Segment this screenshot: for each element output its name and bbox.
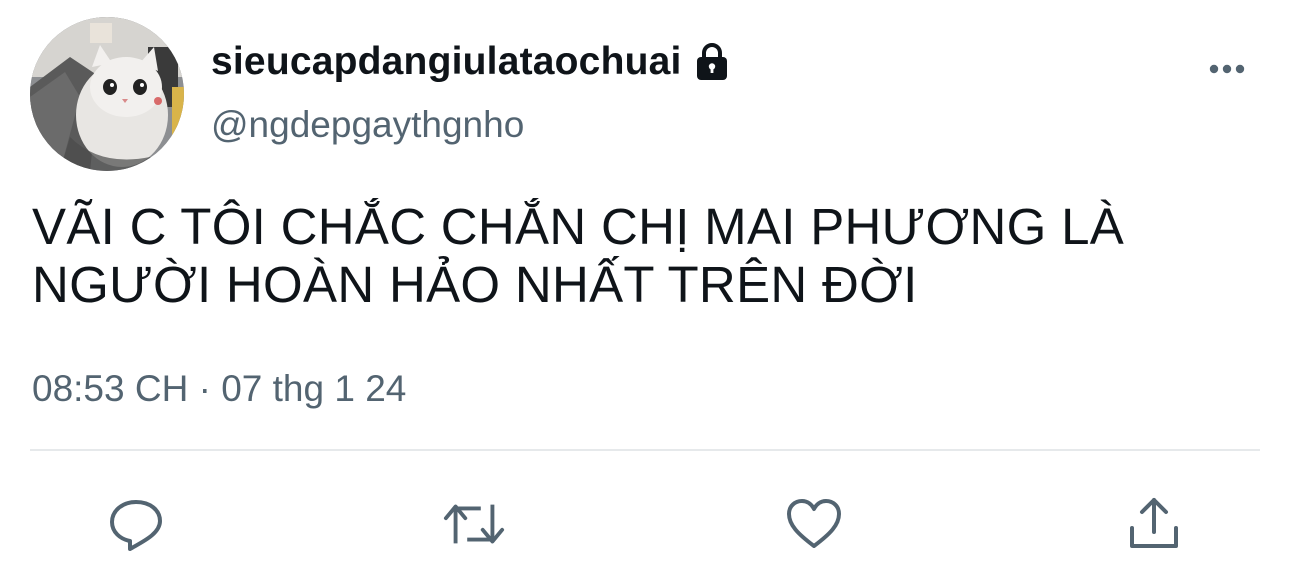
- divider: [30, 449, 1260, 451]
- retweet-icon: [443, 504, 505, 544]
- display-name[interactable]: sieucapdangiulataochuai: [211, 40, 682, 84]
- handle[interactable]: @ngdepgaythgnho: [211, 104, 524, 146]
- retweet-button[interactable]: [442, 492, 506, 556]
- tweet-card: sieucapdangiulataochuai @ngdepgaythgnho …: [0, 0, 1290, 587]
- tweet-text: VÃI C TÔI CHẮC CHẮN CHỊ MAI PHƯƠNG LÀ NG…: [32, 198, 1252, 314]
- timestamp[interactable]: 08:53 CH · 07 thg 1 24: [32, 368, 406, 410]
- more-icon[interactable]: [1206, 58, 1248, 80]
- reply-button[interactable]: [104, 492, 168, 556]
- cat-avatar-image: [30, 17, 184, 171]
- heart-icon: [787, 499, 841, 548]
- like-button[interactable]: [782, 492, 846, 556]
- avatar[interactable]: [30, 17, 184, 171]
- tweet-text-line: NGƯỜI HOÀN HẢO NHẤT TRÊN ĐỜI: [32, 256, 918, 313]
- lock-icon: [692, 42, 732, 82]
- tweet-text-line: VÃI C TÔI CHẮC CHẮN CHỊ MAI PHƯƠNG LÀ: [32, 198, 1125, 255]
- display-name-row: sieucapdangiulataochuai: [211, 36, 732, 88]
- share-button[interactable]: [1122, 492, 1186, 556]
- share-icon: [1130, 498, 1178, 548]
- reply-icon: [110, 500, 162, 551]
